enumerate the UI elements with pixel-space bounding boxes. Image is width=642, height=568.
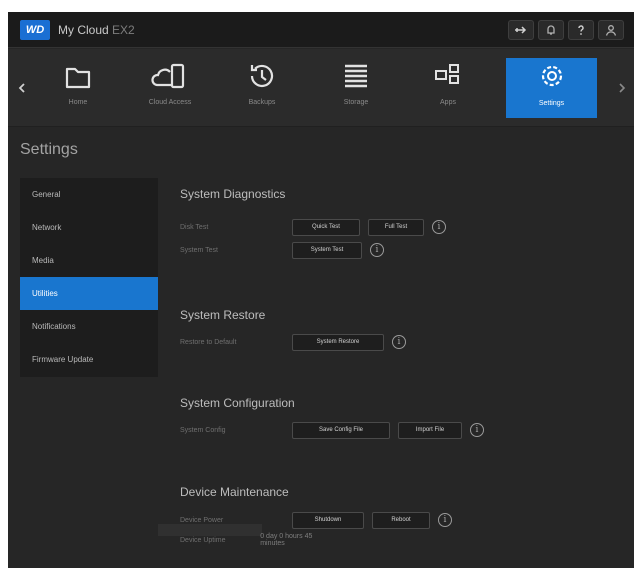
info-icon[interactable]: i xyxy=(470,423,484,437)
nav-scroll-right-icon[interactable] xyxy=(616,79,628,97)
sidebar-item-media[interactable]: Media xyxy=(20,244,158,277)
info-icon[interactable]: i xyxy=(392,335,406,349)
system-test-row: System Test System Test i xyxy=(180,241,384,259)
sidebar-item-firmware-update[interactable]: Firmware Update xyxy=(20,343,158,376)
nav-label-settings: Settings xyxy=(538,100,565,107)
restore-label: Restore to Default xyxy=(180,338,237,346)
section-title: System Configuration xyxy=(180,396,295,410)
system-test-button[interactable]: System Test xyxy=(292,241,362,259)
sidebar-item-general[interactable]: General xyxy=(20,178,158,211)
device-power-label: Device Power xyxy=(180,516,224,524)
nav-label-storage: Storage xyxy=(343,99,369,106)
nav-item-cloud-access[interactable]: Cloud Access xyxy=(124,57,216,119)
nav-item-storage[interactable]: Storage xyxy=(310,57,402,119)
product-name: My Cloud EX2 xyxy=(58,23,135,37)
reboot-button[interactable]: Reboot xyxy=(372,511,430,529)
nav-label-home: Home xyxy=(68,99,88,106)
nav-item-home[interactable]: Home xyxy=(32,57,124,119)
section-title: System Restore xyxy=(180,308,266,322)
system-restore-button[interactable]: System Restore xyxy=(292,333,384,351)
top-bar: WD My Cloud EX2 xyxy=(8,12,634,48)
backups-icon xyxy=(250,64,274,88)
import-file-button[interactable]: Import File xyxy=(398,421,462,439)
device-power-row: Device Power Shutdown Reboot i xyxy=(180,511,452,529)
device-maintenance-section: Device Maintenance Device Power Shutdown… xyxy=(180,485,452,547)
device-uptime-label: Device Uptime xyxy=(180,536,226,544)
usb-icon[interactable] xyxy=(508,20,534,40)
cloud-access-icon xyxy=(151,63,185,89)
section-title: Device Maintenance xyxy=(180,485,289,499)
restore-row: Restore to Default System Restore i xyxy=(180,333,406,351)
config-label: System Config xyxy=(180,426,226,434)
main-nav: Home Cloud Access Backups Storage Apps S… xyxy=(8,49,634,127)
wd-logo: WD xyxy=(20,20,50,40)
system-configuration-section: System Configuration System Config Save … xyxy=(180,396,484,439)
full-test-button[interactable]: Full Test xyxy=(368,218,424,236)
model-name: EX2 xyxy=(112,23,135,37)
nav-item-backups[interactable]: Backups xyxy=(216,57,308,119)
apps-icon xyxy=(435,64,459,84)
nav-label-backups: Backups xyxy=(248,99,276,106)
section-title: System Diagnostics xyxy=(180,187,286,201)
header-icons xyxy=(508,20,624,40)
settings-icon xyxy=(541,65,562,87)
device-uptime-value: 0 day 0 hours 45 minutes xyxy=(260,533,313,547)
disk-test-label: Disk Test xyxy=(180,223,209,231)
system-restore-section: System Restore Restore to Default System… xyxy=(180,308,406,351)
disk-test-row: Disk Test Quick Test Full Test i xyxy=(180,218,446,236)
system-diagnostics-section: System Diagnostics Disk Test Quick Test … xyxy=(180,187,446,259)
info-icon[interactable]: i xyxy=(370,243,384,257)
brand-name: My Cloud xyxy=(58,23,109,37)
shutdown-button[interactable]: Shutdown xyxy=(292,511,364,529)
info-icon[interactable]: i xyxy=(438,513,452,527)
info-icon[interactable]: i xyxy=(432,220,446,234)
device-uptime-row: Device Uptime 0 day 0 hours 45 minutes xyxy=(180,531,317,549)
config-row: System Config Save Config File Import Fi… xyxy=(180,421,484,439)
user-icon[interactable] xyxy=(598,20,624,40)
home-icon xyxy=(65,67,91,89)
page-title: Settings xyxy=(20,141,78,158)
save-config-button[interactable]: Save Config File xyxy=(292,421,390,439)
app-window: WD My Cloud EX2 Home Cloud Access Backup… xyxy=(8,12,634,568)
sidebar-item-notifications[interactable]: Notifications xyxy=(20,310,158,343)
quick-test-button[interactable]: Quick Test xyxy=(292,218,360,236)
nav-label-cloud-access: Cloud Access xyxy=(148,99,192,106)
system-test-label: System Test xyxy=(180,246,218,254)
nav-scroll-left-icon[interactable] xyxy=(16,79,28,97)
sidebar-item-utilities[interactable]: Utilities xyxy=(20,277,158,310)
nav-label-apps: Apps xyxy=(440,99,456,106)
alert-icon[interactable] xyxy=(538,20,564,40)
help-icon[interactable] xyxy=(568,20,594,40)
nav-item-apps[interactable]: Apps xyxy=(402,57,494,119)
storage-icon xyxy=(345,64,367,88)
settings-sidebar: General Network Media Utilities Notifica… xyxy=(20,178,158,377)
sidebar-item-network[interactable]: Network xyxy=(20,211,158,244)
nav-item-settings[interactable]: Settings xyxy=(506,58,597,118)
